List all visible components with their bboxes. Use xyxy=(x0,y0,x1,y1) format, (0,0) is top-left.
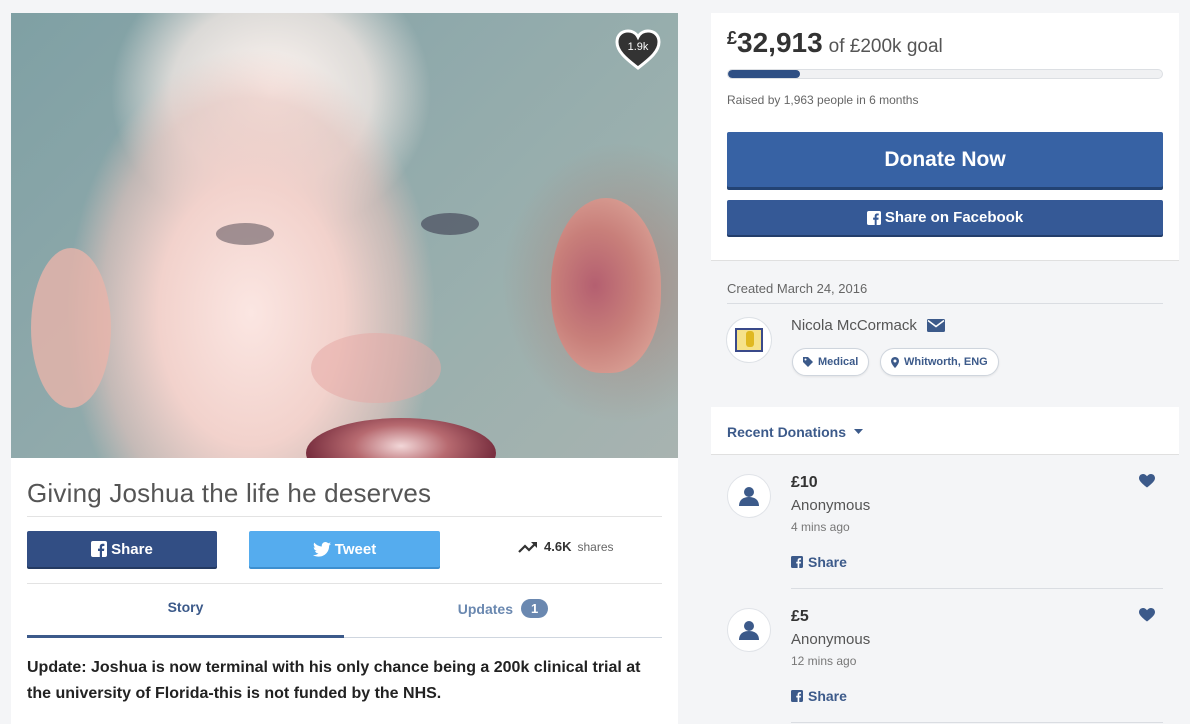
donation-amount: £10 xyxy=(791,474,818,491)
tweet-label: Tweet xyxy=(334,540,377,558)
tab-updates-label: Updates xyxy=(457,600,513,617)
photo-detail xyxy=(311,333,441,403)
share-count-value: 4.6K xyxy=(544,539,572,554)
heart-icon[interactable] xyxy=(1139,608,1155,622)
photo-detail xyxy=(31,248,111,408)
campaign-card: 1.9k Giving Joshua the life he deserves … xyxy=(11,13,678,724)
facebook-icon xyxy=(866,210,881,225)
envelope-icon[interactable] xyxy=(926,319,945,332)
category-tag[interactable]: Medical xyxy=(792,348,870,376)
tweet-button[interactable]: Tweet xyxy=(249,531,440,567)
heart-icon[interactable] xyxy=(1139,474,1155,488)
tab-story[interactable]: Story xyxy=(27,599,344,615)
facebook-icon xyxy=(791,556,803,568)
share-on-facebook-label: Share on Facebook xyxy=(884,209,1024,226)
donor-name: Anonymous xyxy=(791,631,871,648)
donor-avatar xyxy=(727,608,771,652)
share-count: 4.6K shares xyxy=(518,539,614,554)
user-icon xyxy=(739,487,759,506)
goal-text: of £200k goal xyxy=(828,36,943,57)
donor-name: Anonymous xyxy=(791,497,871,514)
donation-time: 4 mins ago xyxy=(791,520,850,534)
donate-now-button[interactable]: Donate Now xyxy=(727,132,1163,187)
user-icon xyxy=(739,621,759,640)
divider xyxy=(791,588,1163,589)
location-tag[interactable]: Whitworth, ENG xyxy=(880,348,999,376)
ribbon-icon xyxy=(746,331,754,347)
currency-symbol: £ xyxy=(727,28,738,48)
donation-item: £10 Anonymous 4 mins ago Share xyxy=(711,470,1179,604)
share-count-label: shares xyxy=(577,539,614,554)
organizer-avatar[interactable] xyxy=(726,317,772,363)
donation-item: £5 Anonymous 12 mins ago Share xyxy=(711,604,1179,724)
organizer: Nicola McCormack xyxy=(791,317,945,334)
divider xyxy=(27,516,662,517)
divider xyxy=(791,722,1163,723)
facebook-share-button[interactable]: Share xyxy=(27,531,217,567)
twitter-bird-icon xyxy=(312,541,331,557)
recent-donations-title: Recent Donations xyxy=(727,424,847,440)
progress-bar xyxy=(727,69,1163,79)
category-tag-label: Medical xyxy=(818,356,859,368)
donation-share-button[interactable]: Share xyxy=(791,688,847,704)
map-pin-icon xyxy=(891,356,899,368)
photo-detail xyxy=(551,198,661,373)
facebook-icon xyxy=(791,690,803,702)
amount-raised: £ 32,913 of £200k goal xyxy=(727,27,943,59)
campaign-title: Giving Joshua the life he deserves xyxy=(27,478,432,508)
campaign-photo[interactable] xyxy=(11,13,678,458)
raised-value: 32,913 xyxy=(737,27,823,58)
active-tab-indicator xyxy=(27,635,344,638)
donation-amount: £5 xyxy=(791,608,809,625)
raised-by-text: Raised by 1,963 people in 6 months xyxy=(727,93,919,107)
location-tag-label: Whitworth, ENG xyxy=(904,356,988,368)
organizer-name[interactable]: Nicola McCormack xyxy=(791,317,917,334)
story-text: Update: Joshua is now terminal with his … xyxy=(27,659,641,702)
like-heart-button[interactable]: 1.9k xyxy=(615,29,661,71)
photo-detail xyxy=(306,418,496,458)
funding-card: £ 32,913 of £200k goal Raised by 1,963 p… xyxy=(711,13,1179,261)
created-date: Created March 24, 2016 xyxy=(727,281,868,296)
donation-time: 12 mins ago xyxy=(791,654,857,668)
tab-updates[interactable]: Updates 1 xyxy=(344,599,662,618)
facebook-share-label: Share xyxy=(111,540,153,558)
updates-count-badge: 1 xyxy=(521,599,549,618)
like-count: 1.9k xyxy=(627,41,649,53)
share-on-facebook-button[interactable]: Share on Facebook xyxy=(727,200,1163,235)
donation-share-button[interactable]: Share xyxy=(791,554,847,570)
divider xyxy=(727,303,1163,304)
tag-icon xyxy=(803,357,813,367)
donation-share-label: Share xyxy=(808,688,847,704)
caret-down-icon xyxy=(854,429,864,434)
recent-donations-toggle[interactable]: Recent Donations xyxy=(727,424,864,440)
progress-fill xyxy=(728,70,800,78)
divider xyxy=(27,583,662,584)
photo-detail xyxy=(216,223,274,245)
photo-detail xyxy=(421,213,479,235)
recent-donations-header: Recent Donations xyxy=(711,407,1179,455)
facebook-icon xyxy=(91,541,108,557)
donor-avatar xyxy=(727,474,771,518)
donation-share-label: Share xyxy=(808,554,847,570)
trending-up-icon xyxy=(518,541,537,553)
